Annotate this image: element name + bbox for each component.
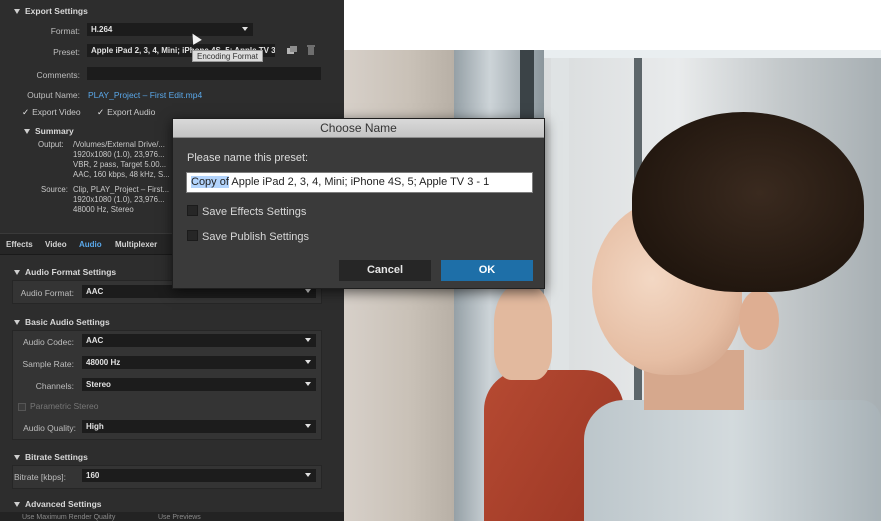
tab-video[interactable]: Video	[45, 240, 67, 249]
dialog-prompt: Please name this preset:	[187, 152, 309, 164]
summary-source-line: 48000 Hz, Stereo	[73, 205, 134, 214]
preset-label: Preset:	[53, 47, 80, 57]
collapse-triangle-icon	[14, 320, 20, 326]
chevron-down-icon	[305, 382, 311, 386]
export-video-checkbox[interactable]: ✓ Export Video	[22, 107, 81, 118]
comments-input[interactable]	[87, 67, 321, 80]
channels-dropdown[interactable]: Stereo	[82, 378, 316, 391]
bitrate-dropdown[interactable]: 160	[82, 469, 316, 482]
chevron-down-icon	[242, 27, 248, 31]
summary-output-line: VBR, 2 pass, Target 5.00...	[73, 160, 167, 169]
sample-rate-label: Sample Rate:	[22, 359, 75, 369]
chevron-down-icon	[305, 289, 311, 293]
parametric-stereo-checkbox[interactable]: Parametric Stereo	[18, 401, 99, 411]
checkmark-icon: ✓	[22, 107, 30, 117]
encoding-format-tooltip: Encoding Format	[192, 50, 263, 62]
checkmark-icon: ✓	[97, 107, 105, 117]
sample-rate-dropdown[interactable]: 48000 Hz	[82, 356, 316, 369]
chevron-down-icon	[305, 338, 311, 342]
input-text: Apple iPad 2, 3, 4, Mini; iPhone 4S, 5; …	[228, 176, 490, 188]
audio-format-label: Audio Format:	[20, 288, 74, 298]
export-settings-header[interactable]: Export Settings	[14, 6, 88, 16]
checkbox-icon	[187, 230, 198, 241]
summary-source-line: 1920x1080 (1.0), 23,976...	[73, 195, 165, 204]
chevron-down-icon	[305, 473, 311, 477]
collapse-triangle-icon	[24, 129, 30, 135]
choose-name-dialog: Choose Name Please name this preset: Cop…	[172, 118, 545, 289]
audio-quality-dropdown[interactable]: High	[82, 420, 316, 433]
collapse-triangle-icon	[14, 270, 20, 276]
audio-quality-label: Audio Quality:	[23, 423, 76, 433]
selected-text: Copy of	[191, 176, 229, 188]
output-name-label: Output Name:	[27, 90, 80, 100]
audio-format-settings-header[interactable]: Audio Format Settings	[14, 267, 116, 277]
collapse-triangle-icon	[14, 455, 20, 461]
ok-button[interactable]: OK	[441, 260, 533, 281]
checkbox-icon	[187, 205, 198, 216]
cancel-button[interactable]: Cancel	[339, 260, 431, 281]
channels-label: Channels:	[35, 381, 74, 391]
summary-source-line: Clip, PLAY_Project – First...	[73, 185, 170, 194]
chevron-down-icon	[305, 424, 311, 428]
max-render-quality-option[interactable]: Use Maximum Render Quality	[22, 514, 115, 521]
summary-header[interactable]: Summary	[24, 126, 74, 136]
format-dropdown[interactable]: H.264	[87, 23, 253, 36]
summary-source-label: Source:	[41, 185, 68, 194]
summary-output-label: Output:	[38, 140, 64, 149]
advanced-settings-header[interactable]: Advanced Settings	[14, 499, 102, 509]
tab-multiplexer[interactable]: Multiplexer	[115, 240, 157, 249]
save-publish-checkbox[interactable]: Save Publish Settings	[187, 230, 309, 243]
dialog-title: Choose Name	[173, 119, 544, 138]
chevron-down-icon	[305, 360, 311, 364]
save-effects-checkbox[interactable]: Save Effects Settings	[187, 205, 306, 218]
summary-output-line: AAC, 160 kbps, 48 kHz, S...	[73, 170, 170, 179]
bitrate-label: Bitrate [kbps]:	[14, 472, 66, 482]
format-label: Format:	[50, 26, 80, 36]
summary-output-line: /Volumes/External Drive/...	[73, 140, 165, 149]
basic-audio-settings-header[interactable]: Basic Audio Settings	[14, 317, 110, 327]
bitrate-settings-header[interactable]: Bitrate Settings	[14, 452, 88, 462]
tab-audio[interactable]: Audio	[79, 240, 102, 249]
output-name-link[interactable]: PLAY_Project – First Edit.mp4	[88, 90, 202, 100]
comments-label: Comments:	[36, 70, 80, 80]
import-preset-icon[interactable]	[286, 44, 298, 56]
tab-effects[interactable]: Effects	[6, 240, 33, 249]
use-previews-option[interactable]: Use Previews	[158, 514, 201, 521]
export-audio-checkbox[interactable]: ✓ Export Audio	[97, 107, 155, 118]
collapse-triangle-icon	[14, 9, 20, 15]
delete-preset-icon[interactable]	[305, 44, 317, 56]
audio-codec-dropdown[interactable]: AAC	[82, 334, 316, 347]
summary-output-line: 1920x1080 (1.0), 23,976...	[73, 150, 165, 159]
audio-codec-label: Audio Codec:	[22, 337, 74, 347]
checkbox-icon	[18, 402, 26, 411]
collapse-triangle-icon	[14, 502, 20, 508]
preset-name-input[interactable]: Copy of Apple iPad 2, 3, 4, Mini; iPhone…	[186, 172, 533, 193]
